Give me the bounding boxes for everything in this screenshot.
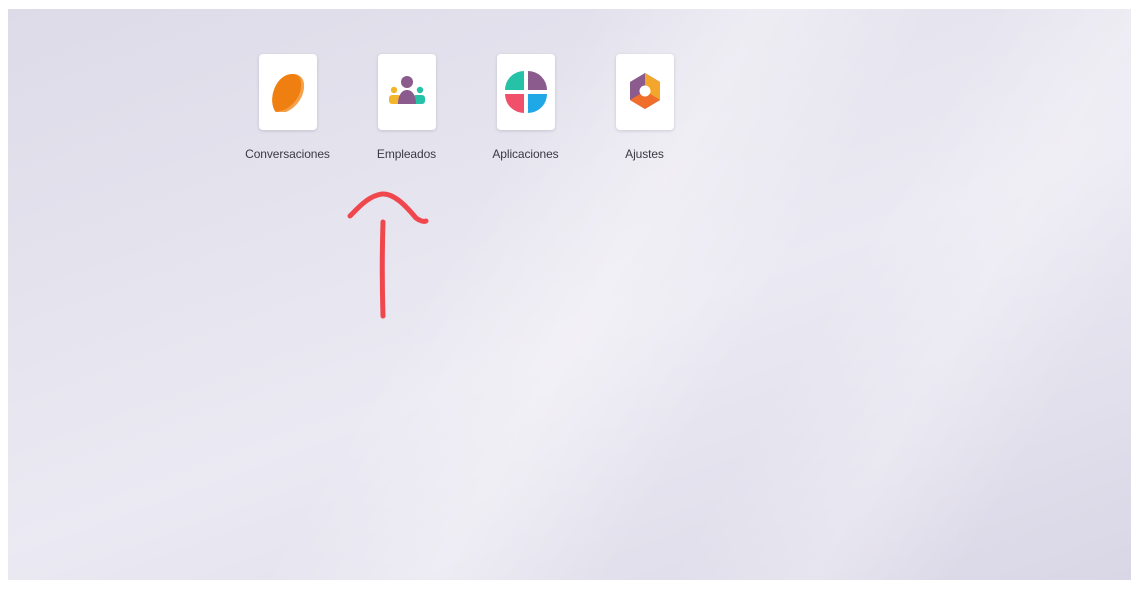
- apps-icon: [504, 71, 547, 113]
- conversations-icon: [271, 74, 304, 112]
- app-tile-conversaciones[interactable]: [258, 54, 317, 130]
- app-label-ajustes: Ajustes: [625, 147, 664, 161]
- app-aplicaciones[interactable]: Aplicaciones: [466, 54, 585, 161]
- app-tile-aplicaciones[interactable]: [496, 54, 555, 130]
- app-tile-empleados[interactable]: [377, 54, 436, 130]
- home-screen: Conversaciones Empleados Aplicaciones Aj…: [8, 9, 1131, 580]
- app-empleados[interactable]: Empleados: [347, 54, 466, 161]
- settings-icon: [629, 73, 660, 109]
- app-grid: Conversaciones Empleados Aplicaciones Aj…: [228, 54, 704, 161]
- app-label-empleados: Empleados: [376, 147, 437, 161]
- app-conversaciones[interactable]: Conversaciones: [228, 54, 347, 161]
- app-tile-ajustes[interactable]: [615, 54, 674, 130]
- app-label-aplicaciones: Aplicaciones: [492, 147, 559, 161]
- employees-icon: [388, 76, 425, 104]
- app-label-conversaciones: Conversaciones: [245, 147, 330, 161]
- app-ajustes[interactable]: Ajustes: [585, 54, 704, 161]
- red-arrow-annotation: [347, 191, 429, 319]
